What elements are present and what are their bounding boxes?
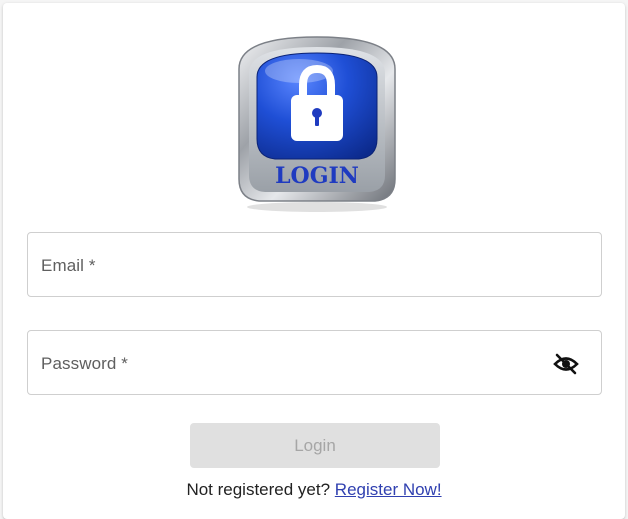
logo-text: LOGIN	[275, 163, 359, 189]
login-card: LOGIN Email * Password * Login Not regis…	[3, 3, 625, 519]
eye-off-icon[interactable]	[553, 352, 579, 376]
login-button[interactable]: Login	[190, 423, 440, 468]
register-prompt: Not registered yet?	[186, 480, 335, 499]
register-row: Not registered yet? Register Now!	[3, 480, 625, 500]
password-field[interactable]: Password *	[27, 330, 602, 395]
register-link[interactable]: Register Now!	[335, 480, 442, 499]
email-field[interactable]: Email *	[27, 232, 602, 297]
email-label: Email *	[41, 256, 96, 275]
password-label: Password *	[41, 354, 128, 373]
login-logo: LOGIN	[229, 29, 405, 215]
